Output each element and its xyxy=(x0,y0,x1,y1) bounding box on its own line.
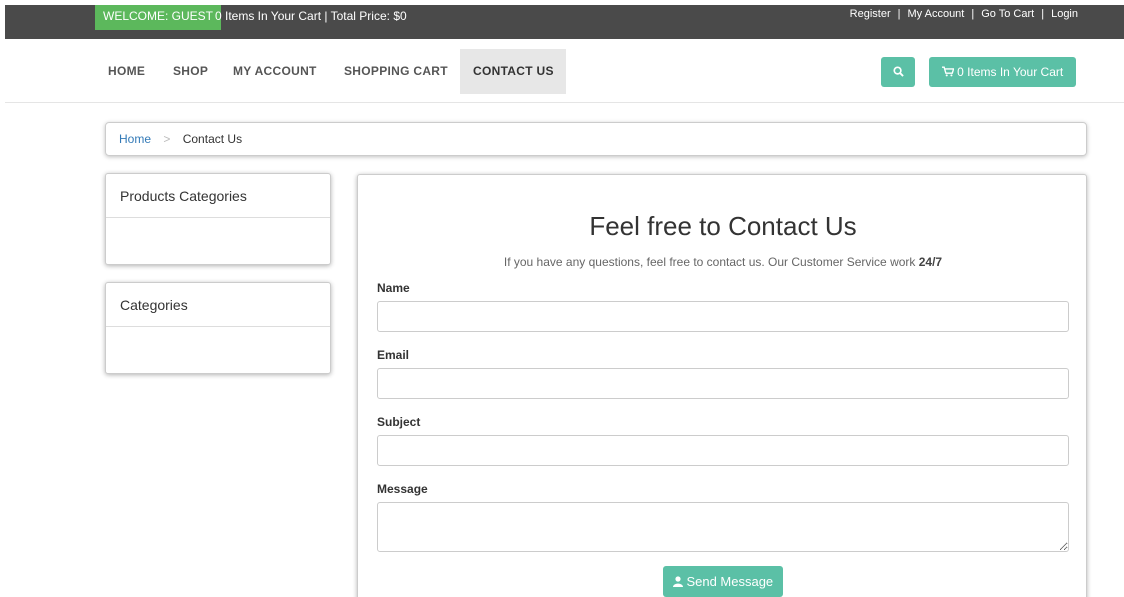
go-to-cart-link[interactable]: Go To Cart xyxy=(981,8,1034,20)
nav-home[interactable]: HOME xyxy=(108,49,145,94)
subtitle-hours: 24/7 xyxy=(918,255,943,269)
name-field[interactable] xyxy=(377,301,1069,332)
top-link-separator: | xyxy=(971,8,975,20)
search-icon xyxy=(892,66,904,77)
shopping-cart-icon xyxy=(941,66,955,77)
top-bar: WELCOME: GUEST 0 Items In Your Cart | To… xyxy=(5,5,1124,39)
send-message-button[interactable]: Send Message xyxy=(663,566,783,597)
nav-contact-us[interactable]: CONTACT US xyxy=(460,49,566,94)
welcome-badge: WELCOME: GUEST xyxy=(95,5,222,30)
cart-button[interactable]: 0 Items In Your Cart xyxy=(929,57,1076,87)
cart-button-label: 0 Items In Your Cart xyxy=(957,65,1064,79)
my-account-link[interactable]: My Account xyxy=(908,8,965,20)
register-link[interactable]: Register xyxy=(850,8,891,20)
top-link-separator: | xyxy=(1041,8,1045,20)
nav-shop[interactable]: SHOP xyxy=(173,49,208,94)
subject-field[interactable] xyxy=(377,435,1069,466)
email-label: Email xyxy=(377,348,410,362)
email-field[interactable] xyxy=(377,368,1069,399)
subject-label: Subject xyxy=(377,415,421,429)
user-icon xyxy=(672,576,683,587)
name-label: Name xyxy=(377,281,410,295)
categories-panel: Categories xyxy=(105,282,331,374)
search-button[interactable] xyxy=(881,57,915,87)
page-subtitle: If you have any questions, feel free to … xyxy=(358,255,1088,269)
panel-body xyxy=(106,218,330,264)
nav-shopping-cart[interactable]: SHOPPING CART xyxy=(344,49,448,94)
panel-title: Products Categories xyxy=(106,174,330,218)
top-links: Register | My Account | Go To Cart | Log… xyxy=(850,8,1078,20)
contact-form-panel: Feel free to Contact Us If you have any … xyxy=(357,174,1087,597)
page-title: Feel free to Contact Us xyxy=(589,211,857,241)
breadcrumb-current: Contact Us xyxy=(182,132,243,146)
message-field[interactable] xyxy=(377,502,1069,552)
panel-body xyxy=(106,327,330,373)
breadcrumb: Home > Contact Us xyxy=(105,122,1087,156)
subtitle-text: If you have any questions, feel free to … xyxy=(503,255,919,269)
top-link-separator: | xyxy=(897,8,901,20)
send-message-label: Send Message xyxy=(686,574,774,589)
login-link[interactable]: Login xyxy=(1051,8,1078,20)
cart-summary: 0 Items In Your Cart | Total Price: $0 xyxy=(215,9,407,23)
products-categories-panel: Products Categories xyxy=(105,173,331,265)
nav-my-account[interactable]: MY ACCOUNT xyxy=(233,49,317,94)
message-label: Message xyxy=(377,482,428,496)
nav-divider xyxy=(5,102,1124,103)
breadcrumb-home[interactable]: Home xyxy=(119,132,151,146)
breadcrumb-separator: > xyxy=(163,132,171,146)
panel-title: Categories xyxy=(106,283,330,327)
